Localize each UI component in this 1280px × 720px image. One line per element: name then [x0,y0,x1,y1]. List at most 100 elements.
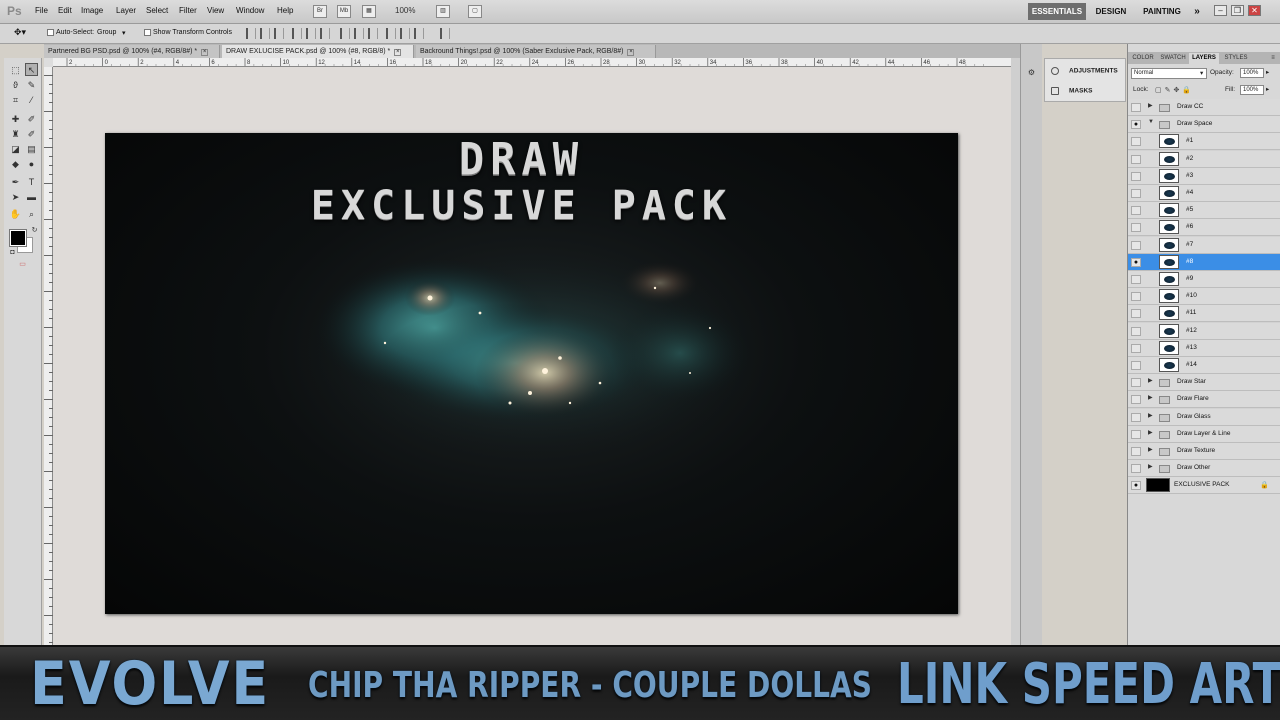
visibility-eye-icon[interactable]: ● [1131,257,1141,267]
layer-row[interactable]: #4 [1128,185,1280,202]
close-icon[interactable]: ✕ [1248,5,1261,16]
shape-tool-icon[interactable]: ▬ [25,191,38,204]
layer-group-row[interactable]: ▶ Draw Glass [1128,408,1280,426]
layer-group-row[interactable]: ▶ Draw Texture [1128,443,1280,460]
align-bottom-icon[interactable] [274,28,284,39]
zoom-level[interactable]: 100% [395,6,415,15]
visibility-eye-icon[interactable] [1131,223,1141,233]
layer-row[interactable]: #5 [1128,202,1280,220]
panel-menu-icon[interactable]: ≡ [1268,53,1278,64]
expand-arrow-icon[interactable]: ▶ [1148,429,1153,436]
align-middle-icon[interactable] [260,28,270,39]
layer-row[interactable]: ● #8 [1128,253,1280,271]
layer-row[interactable]: #13 [1128,339,1280,357]
visibility-eye-icon[interactable] [1131,378,1141,388]
layer-group-row[interactable]: ● ▼ Draw Space [1128,116,1280,134]
visibility-eye-icon[interactable] [1131,309,1141,319]
layer-row[interactable]: ● EXCLUSIVE PACK 🔒 [1128,477,1280,495]
layer-row[interactable]: #1 [1128,133,1280,151]
distribute-middle-icon[interactable] [354,28,364,39]
opacity-slider-icon[interactable]: ▸ [1266,68,1269,76]
workspace-design[interactable]: DESIGN [1092,3,1130,20]
eyedropper-tool-icon[interactable]: ⁄ [25,94,38,107]
visibility-eye-icon[interactable] [1131,447,1141,456]
auto-align-icon[interactable] [440,28,450,39]
visibility-eye-icon[interactable] [1131,429,1141,439]
path-select-tool-icon[interactable]: ➤ [9,191,22,204]
clone-stamp-tool-icon[interactable]: ♜ [9,128,22,141]
menu-help[interactable]: Help [277,6,293,15]
document-canvas[interactable]: DRAW EXCLUSIVE PACK [105,133,958,614]
expand-arrow-icon[interactable]: ▶ [1148,463,1153,470]
menu-file[interactable]: File [35,6,48,15]
layer-row[interactable]: #3 [1128,167,1280,185]
tab-color[interactable]: COLOR [1130,53,1156,64]
visibility-eye-icon[interactable]: ● [1131,120,1141,130]
close-tab-icon[interactable]: × [201,49,209,56]
layer-row[interactable]: #6 [1128,219,1280,237]
workspace-more-icon[interactable]: » [1190,3,1204,20]
screen-mode-icon[interactable]: ▢ [468,5,482,18]
expand-arrow-icon[interactable]: ▶ [1148,377,1153,384]
move-tool-icon[interactable]: ✥▾ [14,27,26,38]
chevron-down-icon[interactable]: ▾ [122,29,126,37]
auto-select-checkbox[interactable] [47,29,54,36]
distribute-top-icon[interactable] [340,28,350,39]
quick-mask-icon[interactable]: ▭ [16,258,29,271]
expand-arrow-icon[interactable]: ▶ [1148,394,1153,401]
arrange-documents-icon[interactable]: ▥ [436,5,450,18]
visibility-eye-icon[interactable] [1131,395,1141,405]
bridge-icon[interactable]: Br [313,5,327,18]
restore-icon[interactable]: ❐ [1231,5,1244,16]
adjustments-panel-icon[interactable]: ⚙ [1025,66,1038,79]
brush-tool-icon[interactable]: ✐ [25,113,38,126]
eraser-tool-icon[interactable]: ◪ [9,143,22,156]
visibility-eye-icon[interactable] [1131,137,1141,147]
zoom-tool-icon[interactable]: ⌕ [25,208,38,221]
gradient-tool-icon[interactable]: ▤ [25,143,38,156]
hand-tool-icon[interactable]: ✋ [9,208,22,221]
canvas-area[interactable]: DRAW EXCLUSIVE PACK [53,67,1011,645]
close-tab-icon[interactable]: × [394,49,402,56]
distribute-center-icon[interactable] [400,28,410,39]
expand-arrow-icon[interactable]: ▶ [1148,446,1153,453]
visibility-eye-icon[interactable] [1131,326,1141,336]
align-center-icon[interactable] [306,28,316,39]
layer-row[interactable]: #7 [1128,236,1280,254]
layer-row[interactable]: #2 [1128,150,1280,168]
menu-view[interactable]: View [207,6,224,15]
visibility-eye-icon[interactable] [1131,343,1141,353]
visibility-eye-icon[interactable] [1131,292,1141,302]
menu-edit[interactable]: Edit [58,6,72,15]
expand-arrow-icon[interactable]: ▶ [1148,102,1153,109]
visibility-eye-icon[interactable] [1131,412,1141,422]
vertical-ruler[interactable] [44,67,53,645]
marquee-tool-icon[interactable]: ⬚ [9,64,22,77]
align-left-icon[interactable] [292,28,302,39]
tab-draw-exclusive-pack[interactable]: DRAW EXLUCISE PACK.psd @ 100% (#8, RGB/8… [222,45,414,58]
history-brush-tool-icon[interactable]: ✐ [25,128,38,141]
layer-group-row[interactable]: ▶ Draw Star [1128,374,1280,392]
align-right-icon[interactable] [320,28,330,39]
ruler-origin[interactable] [44,58,53,67]
menu-layer[interactable]: Layer [116,6,136,15]
distribute-right-icon[interactable] [414,28,424,39]
tab-partnered-bg[interactable]: Partnered BG PSD.psd @ 100% (#4, RGB/8#)… [44,45,220,58]
layer-row[interactable]: #12 [1128,322,1280,340]
layer-group-row[interactable]: ▶ Draw Other [1128,460,1280,478]
masks-button[interactable]: MASKS [1051,87,1092,95]
layer-row[interactable]: #10 [1128,288,1280,306]
blur-tool-icon[interactable]: ◆ [9,158,22,171]
pen-tool-icon[interactable]: ✒ [9,176,22,189]
layer-row[interactable]: #14 [1128,357,1280,374]
layer-row[interactable]: #11 [1128,305,1280,323]
expand-arrow-icon[interactable]: ▶ [1148,412,1153,419]
type-tool-icon[interactable]: T [25,176,38,189]
tab-swatches[interactable]: SWATCH [1158,53,1188,64]
minimize-icon[interactable]: – [1214,5,1227,16]
visibility-eye-icon[interactable] [1131,189,1141,198]
close-tab-icon[interactable]: × [627,49,635,56]
visibility-eye-icon[interactable] [1131,103,1141,112]
menu-image[interactable]: Image [81,6,103,15]
healing-brush-tool-icon[interactable]: ✚ [9,113,22,126]
